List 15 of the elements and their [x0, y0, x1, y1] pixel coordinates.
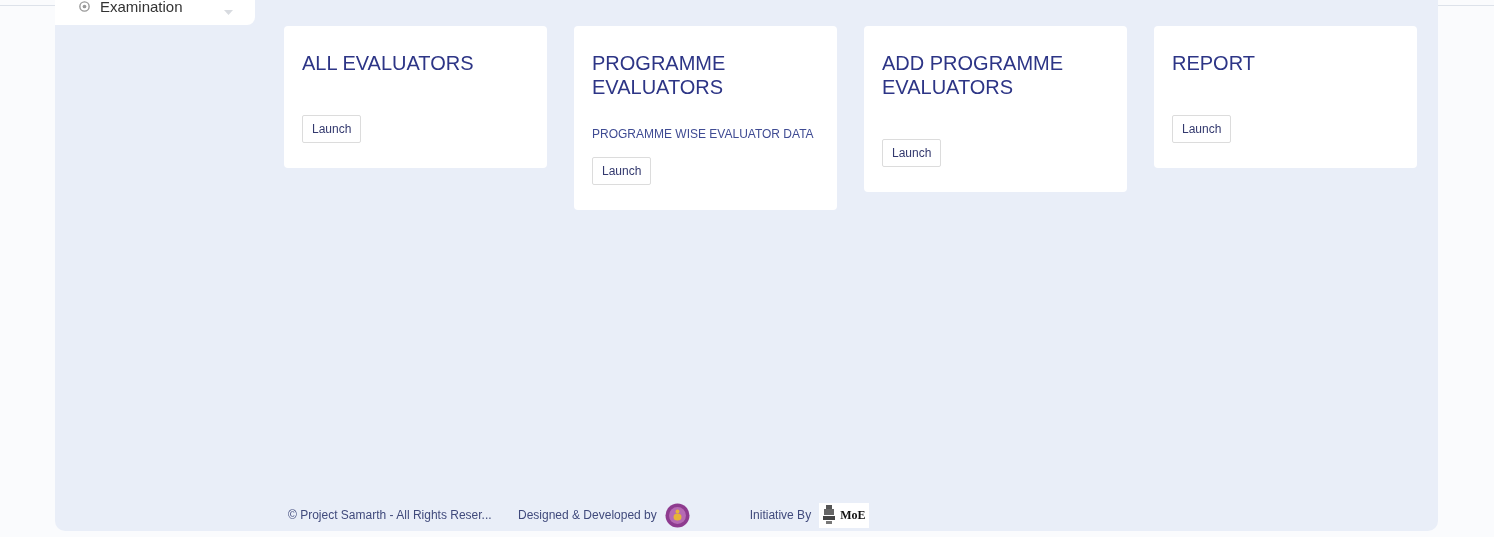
- card-description: PROGRAMME WISE EVALUATOR DATA: [592, 127, 815, 141]
- ministry-logo: MoE: [819, 502, 870, 528]
- card-title: ALL EVALUATORS: [302, 51, 475, 75]
- card-title: ADD PROGRAMME EVALUATORS: [882, 51, 1065, 99]
- launch-button[interactable]: Launch: [882, 139, 942, 167]
- emblem-logo: [664, 502, 690, 528]
- launch-button[interactable]: Launch: [302, 115, 362, 143]
- card-title: PROGRAMME EVALUATORS: [592, 51, 727, 99]
- card-title: REPORT: [1172, 51, 1256, 75]
- designed-by-text: Designed & Developed by: [518, 508, 657, 522]
- caret-icon[interactable]: [224, 10, 233, 15]
- copyright-text: © Project Samarth - All Rights Reser...: [288, 508, 493, 522]
- launch-button[interactable]: Launch: [592, 157, 652, 185]
- initiative-by-text: Initiative By: [749, 508, 812, 522]
- launch-button[interactable]: Launch: [1172, 115, 1232, 143]
